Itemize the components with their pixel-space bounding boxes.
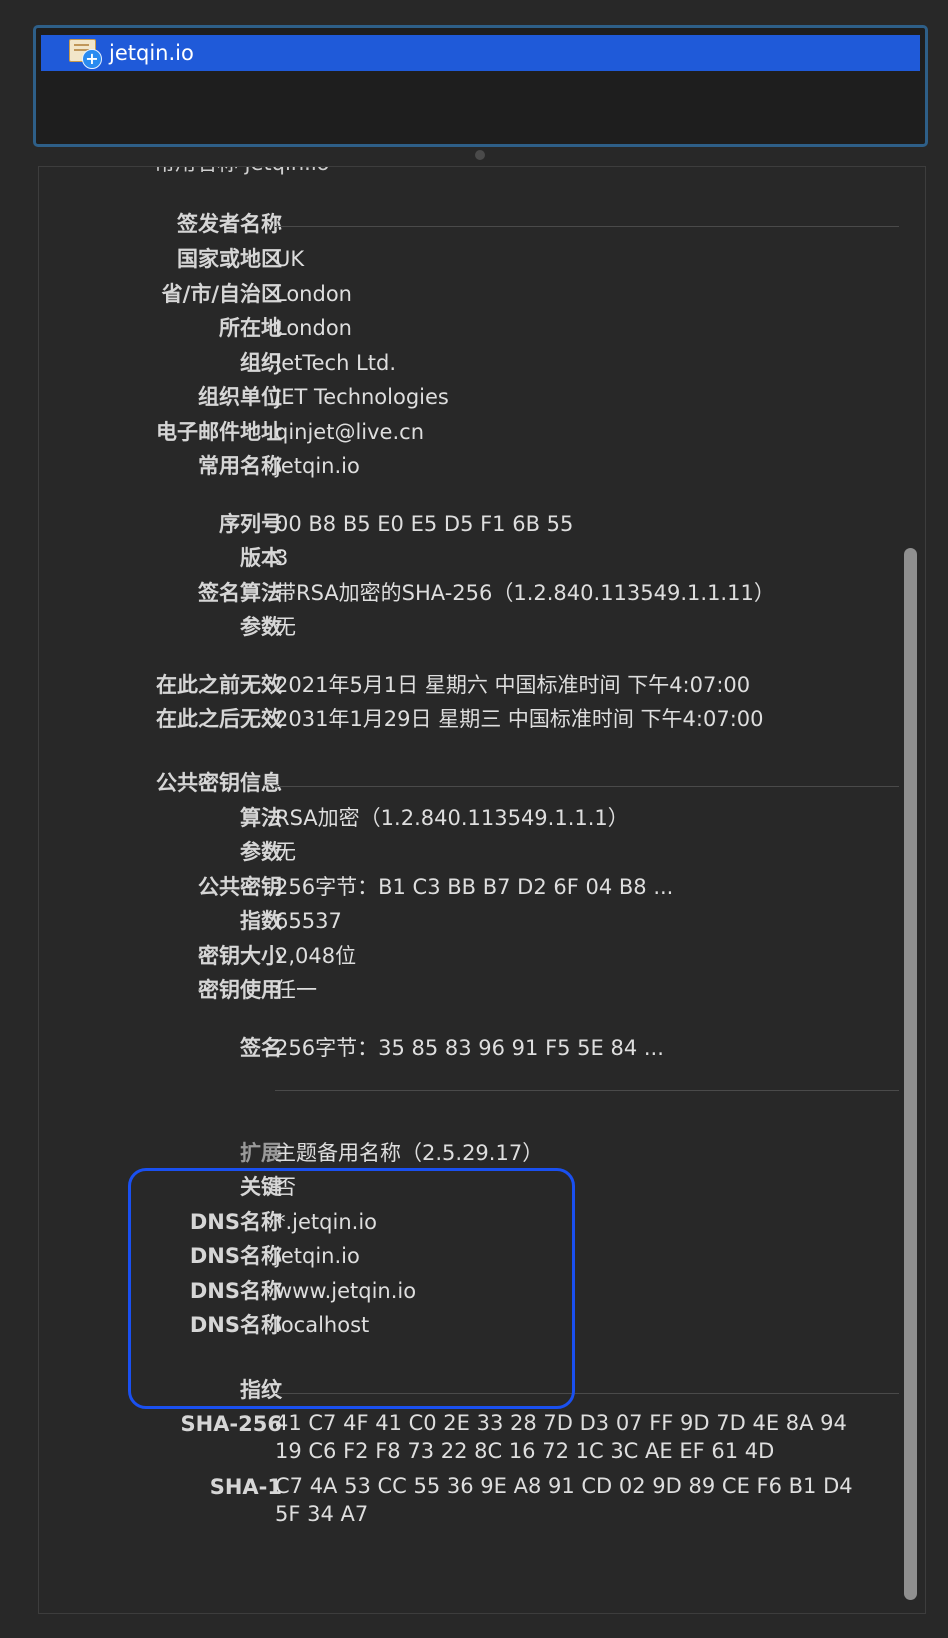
separator xyxy=(275,1090,899,1091)
field-value: 65537 xyxy=(275,909,342,933)
field-label: 密钥使用 xyxy=(198,978,282,1002)
field-value: 无 xyxy=(275,840,296,864)
field-label: 序列号 xyxy=(219,512,282,536)
field-value: London xyxy=(275,316,352,340)
detail-row: 指数 65537 xyxy=(39,906,899,936)
field-value: UK xyxy=(275,247,305,271)
detail-row: SHA-1 C7 4A 53 CC 55 36 9E A8 91 CD 02 9… xyxy=(39,1472,899,1532)
field-label: 在此之后无效 xyxy=(156,707,282,731)
issuer-heading-row: 签发者名称 xyxy=(39,209,899,239)
field-value: 无 xyxy=(275,615,296,639)
field-value: 3 xyxy=(275,546,289,570)
field-value: 2021年5月1日 星期六 中国标准时间 下午4:07:00 xyxy=(275,673,751,697)
field-value: JET Technologies xyxy=(275,385,449,409)
clipped-row-text: 常用名称 jetqin.io xyxy=(154,167,330,177)
detail-row: 算法 RSA加密（1.2.840.113549.1.1.1） xyxy=(39,803,899,833)
field-label: 组织单位 xyxy=(198,385,282,409)
field-label: 密钥大小 xyxy=(198,944,282,968)
certificate-icon: + xyxy=(69,38,102,69)
field-value: 主题备用名称（2.5.29.17） xyxy=(275,1141,544,1165)
detail-row: 在此之前无效 2021年5月1日 星期六 中国标准时间 下午4:07:00 xyxy=(39,670,899,700)
certificate-list[interactable]: + jetqin.io xyxy=(33,25,928,147)
certificate-list-item-selected[interactable]: + jetqin.io xyxy=(41,35,920,71)
certificate-name: jetqin.io xyxy=(109,41,194,65)
field-value: 256字节：B1 C3 BB B7 D2 6F 04 B8 ... xyxy=(275,875,674,899)
detail-row: 常用名称 jetqin.io xyxy=(39,451,899,481)
pubkey-heading: 公共密钥信息 xyxy=(156,771,282,795)
extension-highlight-box xyxy=(128,1168,575,1409)
field-value: 2031年1月29日 星期三 中国标准时间 下午4:07:00 xyxy=(275,707,764,731)
detail-row: 参数 无 xyxy=(39,612,899,642)
field-label: 在此之前无效 xyxy=(156,673,282,697)
detail-row: 所在地 London xyxy=(39,313,899,343)
field-value: qinjet@live.cn xyxy=(275,420,425,444)
split-view-handle[interactable] xyxy=(475,150,485,160)
detail-row: 组织单位 JET Technologies xyxy=(39,382,899,412)
detail-row: 序列号 00 B8 B5 E0 E5 D5 F1 6B 55 xyxy=(39,509,899,539)
field-label: 国家或地区 xyxy=(177,247,282,271)
issuer-heading: 签发者名称 xyxy=(177,212,282,236)
field-label: 所在地 xyxy=(219,316,282,340)
field-value: 任一 xyxy=(275,978,317,1002)
pubkey-heading-row: 公共密钥信息 xyxy=(39,768,899,798)
field-value: JetTech Ltd. xyxy=(275,351,396,375)
field-label: SHA-1 xyxy=(209,1475,282,1499)
field-value: RSA加密（1.2.840.113549.1.1.1） xyxy=(275,806,629,830)
detail-row: 在此之后无效 2031年1月29日 星期三 中国标准时间 下午4:07:00 xyxy=(39,704,899,734)
field-value: 41 C7 4F 41 C0 2E 33 28 7D D3 07 FF 9D 7… xyxy=(275,1411,847,1463)
separator xyxy=(275,786,899,787)
field-label: 常用名称 xyxy=(198,454,282,478)
field-label: SHA-256 xyxy=(180,1412,282,1436)
field-label: 电子邮件地址 xyxy=(156,420,282,444)
detail-row: SHA-256 41 C7 4F 41 C0 2E 33 28 7D D3 07… xyxy=(39,1409,899,1469)
detail-row: 国家或地区 UK xyxy=(39,244,899,274)
detail-row: 密钥使用 任一 xyxy=(39,975,899,1005)
field-label: 公共密钥 xyxy=(198,875,282,899)
field-value: C7 4A 53 CC 55 36 9E A8 91 CD 02 9D 89 C… xyxy=(275,1474,853,1526)
detail-row: 扩展 主题备用名称（2.5.29.17） xyxy=(39,1138,899,1168)
field-value: jetqin.io xyxy=(275,454,360,478)
field-value: 00 B8 B5 E0 E5 D5 F1 6B 55 xyxy=(275,512,574,536)
detail-row: 签名算法 带RSA加密的SHA-256（1.2.840.113549.1.1.1… xyxy=(39,578,899,608)
field-value: 带RSA加密的SHA-256（1.2.840.113549.1.1.11） xyxy=(275,581,775,605)
detail-row: 版本 3 xyxy=(39,543,899,573)
separator xyxy=(275,226,899,227)
vertical-scrollbar[interactable] xyxy=(904,548,917,1600)
detail-row: 签名 256字节：35 85 83 96 91 F5 5E 84 ... xyxy=(39,1033,899,1063)
detail-row: 组织 JetTech Ltd. xyxy=(39,348,899,378)
field-value: 2,048位 xyxy=(275,944,357,968)
detail-row: 密钥大小 2,048位 xyxy=(39,941,899,971)
field-value: 256字节：35 85 83 96 91 F5 5E 84 ... xyxy=(275,1036,664,1060)
detail-row: 公共密钥 256字节：B1 C3 BB B7 D2 6F 04 B8 ... xyxy=(39,872,899,902)
field-value: London xyxy=(275,282,352,306)
detail-row: 参数 无 xyxy=(39,837,899,867)
detail-row: 电子邮件地址 qinjet@live.cn xyxy=(39,417,899,447)
field-label: 签名算法 xyxy=(198,581,282,605)
detail-row: 省/市/自治区 London xyxy=(39,279,899,309)
field-label: 省/市/自治区 xyxy=(161,282,282,306)
